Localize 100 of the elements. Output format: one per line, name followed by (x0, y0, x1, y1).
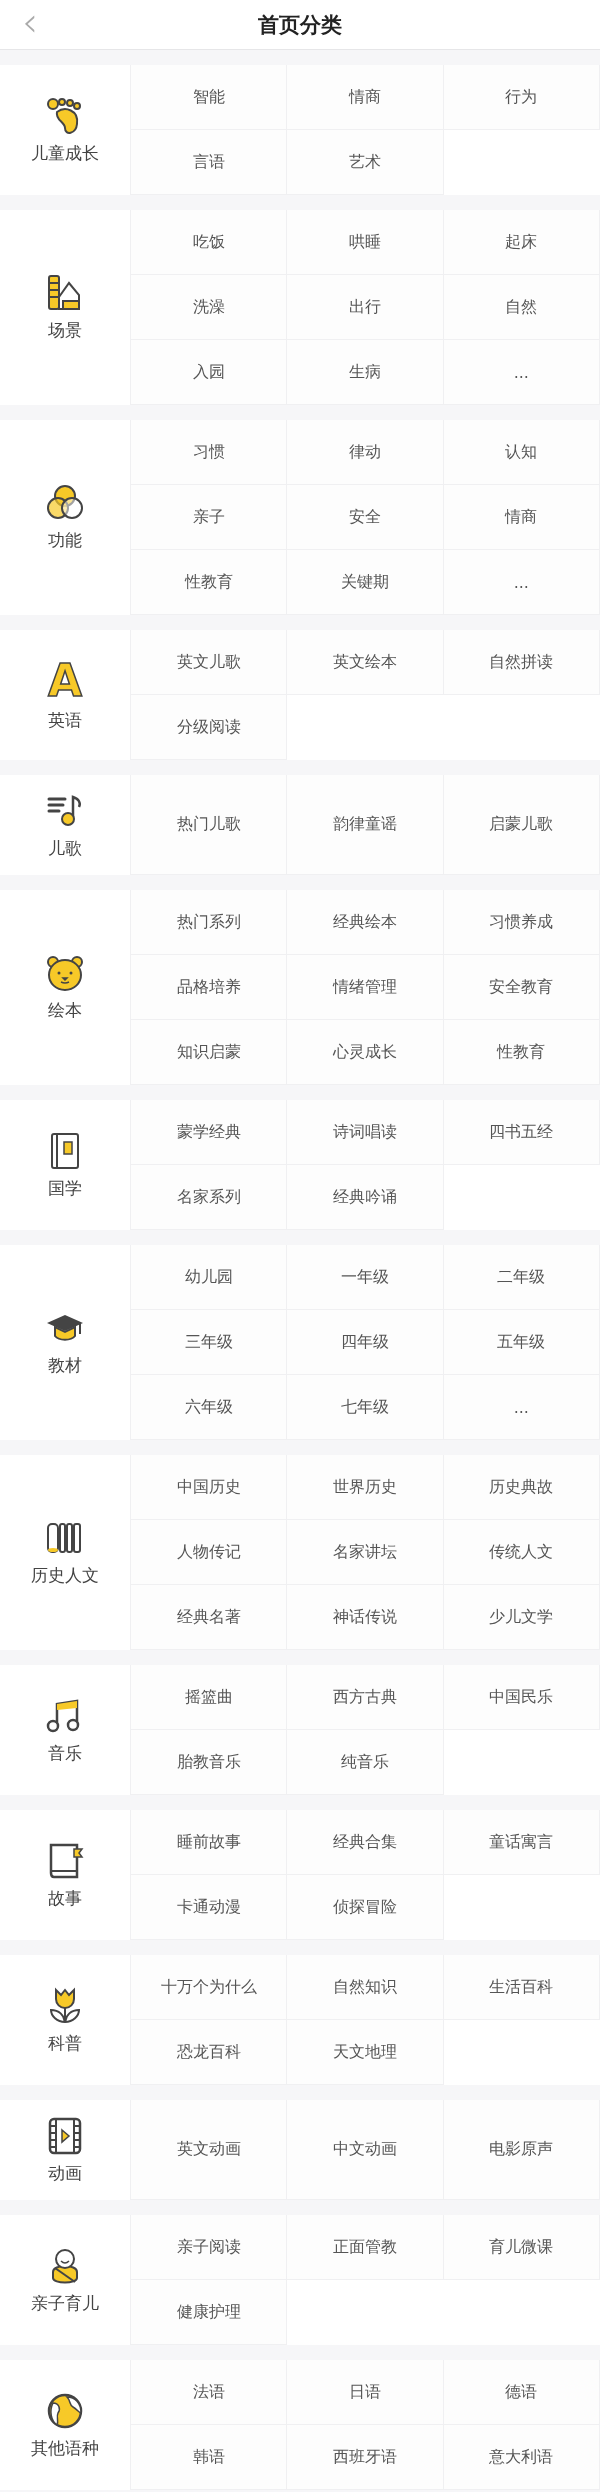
subcategory-item[interactable]: 性教育 (131, 550, 288, 615)
subcategory-item[interactable]: 品格培养 (131, 955, 288, 1020)
subcategory-item[interactable]: 西方古典 (287, 1665, 444, 1730)
subcategory-item[interactable]: 启蒙儿歌 (443, 775, 600, 875)
subcategory-item[interactable]: 英文动画 (131, 2100, 288, 2200)
bear-icon (45, 953, 85, 993)
category-label: 动画 (48, 2161, 82, 2185)
subcategory-item[interactable]: 知识启蒙 (131, 1020, 288, 1085)
subcategory-item[interactable]: 恐龙百科 (131, 2020, 288, 2085)
subcategory-item[interactable]: 自然知识 (287, 1955, 444, 2020)
subcategory-item[interactable]: 三年级 (131, 1310, 288, 1375)
subcategory-item[interactable]: 习惯 (131, 420, 288, 485)
subcategory-item[interactable]: 中国民乐 (443, 1665, 600, 1730)
subcategory-item[interactable]: 习惯养成 (443, 890, 600, 955)
category-label: 亲子育儿 (31, 2291, 99, 2315)
subcategory-item[interactable]: 童话寓言 (443, 1810, 600, 1875)
subcategory-item[interactable]: 哄睡 (287, 210, 444, 275)
subcategory-item[interactable]: 热门儿歌 (131, 775, 288, 875)
subcategory-item[interactable]: 天文地理 (287, 2020, 444, 2085)
subcategory-item[interactable]: 艺术 (287, 130, 444, 195)
category-label: 其他语种 (31, 2436, 99, 2460)
category-label: 绘本 (48, 999, 82, 1022)
subcategory-item[interactable]: 吃饭 (131, 210, 288, 275)
subcategory-item[interactable]: 四书五经 (443, 1100, 600, 1165)
subcategory-item[interactable]: 亲子 (131, 485, 288, 550)
subcategory-item[interactable]: 摇篮曲 (131, 1665, 288, 1730)
subcategory-item[interactable]: 律动 (287, 420, 444, 485)
subcategory-item[interactable]: 关键期 (287, 550, 444, 615)
category-label: 音乐 (48, 1741, 82, 1765)
subcategory-item[interactable]: 五年级 (443, 1310, 600, 1375)
subcategory-item[interactable]: 言语 (131, 130, 288, 195)
subcategory-item[interactable]: 中国历史 (131, 1455, 288, 1520)
subcategory-item[interactable]: 十万个为什么 (131, 1955, 288, 2020)
subcategory-item[interactable]: 安全 (287, 485, 444, 550)
subcategory-item[interactable]: 德语 (443, 2360, 600, 2425)
subcategory-item[interactable]: ... (443, 340, 600, 405)
subcategory-item[interactable]: 侦探冒险 (287, 1875, 444, 1940)
subcategory-item[interactable]: 一年级 (287, 1245, 444, 1310)
subcategory-item[interactable]: 名家系列 (131, 1165, 288, 1230)
subcategory-item[interactable]: 性教育 (443, 1020, 600, 1085)
subcategory-item[interactable]: 少儿文学 (443, 1585, 600, 1650)
subcategory-item[interactable]: 亲子阅读 (131, 2215, 288, 2280)
subcategory-item[interactable]: 行为 (443, 65, 600, 130)
subcategory-item[interactable]: 人物传记 (131, 1520, 288, 1585)
subcategory-item[interactable]: 起床 (443, 210, 600, 275)
subcategory-item[interactable]: 神话传说 (287, 1585, 444, 1650)
subcategory-item[interactable]: 自然拼读 (443, 630, 600, 695)
subcategory-item[interactable]: 正面管教 (287, 2215, 444, 2280)
subcategory-item[interactable]: 英文儿歌 (131, 630, 288, 695)
category-label: 儿童成长 (31, 141, 99, 165)
subcategory-item[interactable]: 自然 (443, 275, 600, 340)
category-label: 场景 (48, 319, 82, 342)
subcategory-item[interactable]: 分级阅读 (131, 695, 288, 760)
subcategory-item[interactable]: 七年级 (287, 1375, 444, 1440)
subcategory-item[interactable]: 胎教音乐 (131, 1730, 288, 1795)
subcategory-item[interactable]: 健康护理 (131, 2280, 288, 2345)
subcategory-item[interactable]: 韵律童谣 (287, 775, 444, 875)
category-label: 功能 (48, 529, 82, 552)
subcategory-item[interactable]: 情商 (287, 65, 444, 130)
subcategory-item[interactable]: 名家讲坛 (287, 1520, 444, 1585)
subcategory-item[interactable]: 洗澡 (131, 275, 288, 340)
subcategory-item[interactable]: 二年级 (443, 1245, 600, 1310)
subcategory-item[interactable]: 智能 (131, 65, 288, 130)
subcategory-item[interactable]: 纯音乐 (287, 1730, 444, 1795)
subcategory-item[interactable]: 入园 (131, 340, 288, 405)
subcategory-item[interactable]: 睡前故事 (131, 1810, 288, 1875)
category-label: 儿歌 (48, 836, 82, 860)
subcategory-item[interactable]: 日语 (287, 2360, 444, 2425)
subcategory-item[interactable]: 情商 (443, 485, 600, 550)
subcategory-item[interactable]: 世界历史 (287, 1455, 444, 1520)
subcategory-item[interactable]: 认知 (443, 420, 600, 485)
subcategory-item[interactable]: 传统人文 (443, 1520, 600, 1585)
subcategory-item[interactable]: 经典合集 (287, 1810, 444, 1875)
subcategory-item[interactable]: 幼儿园 (131, 1245, 288, 1310)
subcategory-item[interactable]: 四年级 (287, 1310, 444, 1375)
subcategory-item[interactable]: ... (443, 1375, 600, 1440)
subcategory-item[interactable]: 电影原声 (443, 2100, 600, 2200)
subcategory-item[interactable]: ... (443, 550, 600, 615)
subcategory-item[interactable]: 六年级 (131, 1375, 288, 1440)
subcategory-item[interactable]: 经典吟诵 (287, 1165, 444, 1230)
subcategory-item[interactable]: 西班牙语 (287, 2425, 444, 2490)
subcategory-item[interactable]: 卡通动漫 (131, 1875, 288, 1940)
subcategory-item[interactable]: 蒙学经典 (131, 1100, 288, 1165)
subcategory-item[interactable]: 韩语 (131, 2425, 288, 2490)
subcategory-item[interactable]: 育儿微课 (443, 2215, 600, 2280)
subcategory-item[interactable]: 经典绘本 (287, 890, 444, 955)
subcategory-item[interactable]: 历史典故 (443, 1455, 600, 1520)
subcategory-item[interactable]: 安全教育 (443, 955, 600, 1020)
subcategory-item[interactable]: 意大利语 (443, 2425, 600, 2490)
subcategory-item[interactable]: 诗词唱读 (287, 1100, 444, 1165)
subcategory-item[interactable]: 热门系列 (131, 890, 288, 955)
subcategory-item[interactable]: 心灵成长 (287, 1020, 444, 1085)
subcategory-item[interactable]: 中文动画 (287, 2100, 444, 2200)
subcategory-item[interactable]: 生活百科 (443, 1955, 600, 2020)
subcategory-item[interactable]: 情绪管理 (287, 955, 444, 1020)
subcategory-item[interactable]: 英文绘本 (287, 630, 444, 695)
subcategory-item[interactable]: 出行 (287, 275, 444, 340)
subcategory-item[interactable]: 经典名著 (131, 1585, 288, 1650)
subcategory-item[interactable]: 法语 (131, 2360, 288, 2425)
subcategory-item[interactable]: 生病 (287, 340, 444, 405)
